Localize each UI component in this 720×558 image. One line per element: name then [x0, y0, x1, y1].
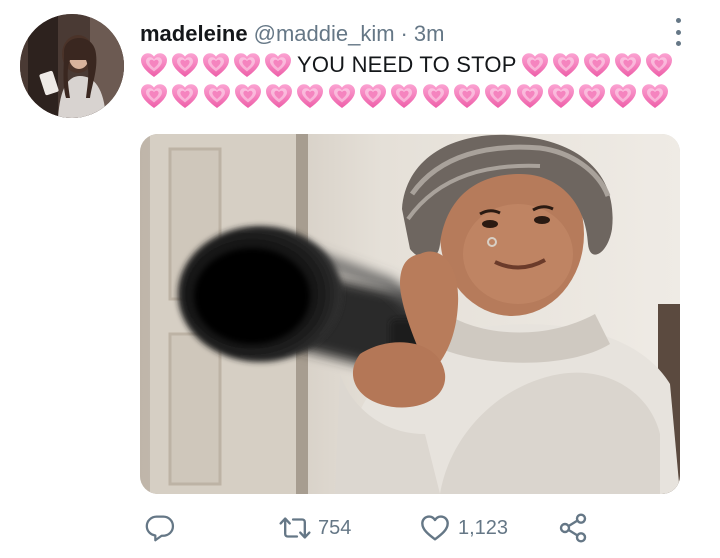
growing-heart-emoji [296, 83, 324, 109]
growing-heart-emoji [484, 83, 512, 109]
tweet-text-line-2 [140, 80, 672, 112]
growing-heart-emoji [140, 52, 168, 78]
growing-heart-emoji [390, 83, 418, 109]
tweet-media-image[interactable] [140, 134, 680, 494]
growing-heart-emoji [328, 83, 356, 109]
growing-heart-emoji [264, 52, 292, 78]
heart-outline-icon [421, 515, 449, 541]
growing-heart-emoji [422, 83, 450, 109]
growing-heart-emoji [234, 83, 262, 109]
reply-icon [145, 515, 175, 542]
more-options-icon[interactable] [668, 18, 688, 46]
tweet-text-line-1: YOU NEED TO STOP [140, 48, 676, 82]
growing-heart-emoji [641, 83, 669, 109]
growing-heart-emoji [453, 83, 481, 109]
retweet-button[interactable]: 754 [278, 508, 351, 548]
growing-heart-emoji [521, 52, 549, 78]
reply-button[interactable] [144, 508, 182, 548]
growing-heart-emoji [516, 83, 544, 109]
growing-heart-emoji [614, 52, 642, 78]
growing-heart-emoji [552, 52, 580, 78]
author-handle[interactable]: @maddie_kim [254, 21, 395, 47]
retweet-count: 754 [318, 516, 352, 539]
timestamp[interactable]: 3m [414, 21, 445, 47]
growing-heart-emoji [140, 83, 168, 109]
tweet-text: YOU NEED TO STOP [297, 52, 517, 77]
emoji-group-line2 [140, 83, 672, 109]
author-name[interactable]: madeleine [140, 21, 248, 47]
retweet-icon [279, 517, 311, 539]
growing-heart-emoji [645, 52, 673, 78]
avatar[interactable] [20, 14, 124, 118]
share-icon [559, 513, 587, 543]
share-button[interactable] [556, 508, 590, 548]
growing-heart-emoji [171, 83, 199, 109]
tweet-actions: 754 1,123 [140, 508, 680, 548]
growing-heart-emoji [233, 52, 261, 78]
emoji-group-before [140, 52, 295, 78]
tweet-card[interactable]: madeleine @maddie_kim · 3m YOU NEED TO S… [0, 0, 720, 558]
growing-heart-emoji [202, 52, 230, 78]
growing-heart-emoji [265, 83, 293, 109]
growing-heart-emoji [547, 83, 575, 109]
photo [140, 134, 680, 494]
like-count: 1,123 [458, 516, 509, 539]
separator-dot: · [400, 21, 408, 46]
growing-heart-emoji [583, 52, 611, 78]
growing-heart-emoji [171, 52, 199, 78]
emoji-group-after [521, 52, 676, 78]
growing-heart-emoji [203, 83, 231, 109]
tweet-header: madeleine @maddie_kim · 3m [140, 18, 444, 50]
growing-heart-emoji [359, 83, 387, 109]
like-button[interactable]: 1,123 [418, 508, 508, 548]
growing-heart-emoji [578, 83, 606, 109]
growing-heart-emoji [609, 83, 637, 109]
